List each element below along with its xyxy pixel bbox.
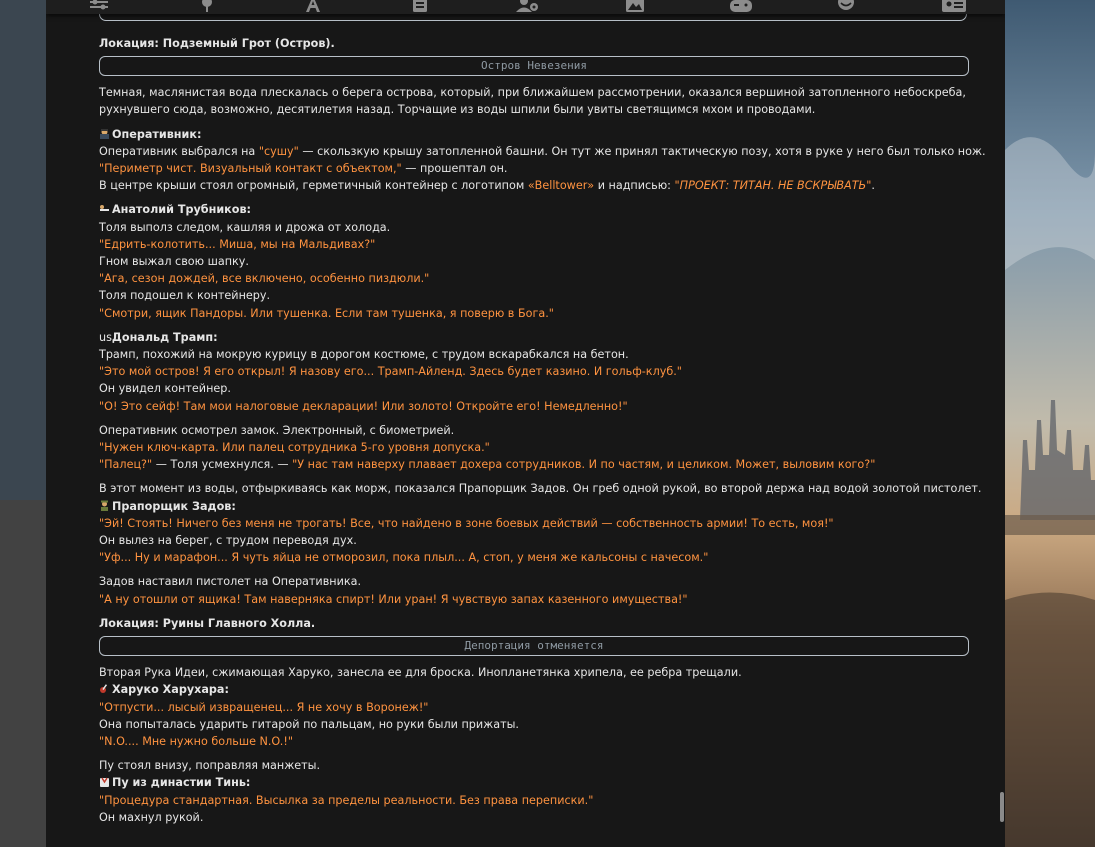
us-flag-icon: us xyxy=(99,330,112,344)
background-left xyxy=(0,0,46,847)
trump-line-1: Трамп, похожий на мокрую курицу в дорого… xyxy=(99,348,629,362)
chapter-banner-2: Депортация отменяется xyxy=(99,636,969,657)
operative-line-2: "Периметр чист. Визуальный контакт с объ… xyxy=(99,162,508,176)
haruko-intro: Вторая Рука Идеи, сжимающая Харуко, зане… xyxy=(99,666,742,680)
pu-intro: Пу стоял внизу, поправляя манжеты. xyxy=(99,759,321,773)
kimono-emoji-icon xyxy=(100,777,109,788)
soldier-emoji-icon xyxy=(101,500,108,511)
chapter-banner: Остров Невезения xyxy=(99,56,969,77)
pu-line-2: Он махнул рукой. xyxy=(99,810,204,824)
guitar-emoji-icon xyxy=(100,684,108,694)
zadov-line-5: "А ну отошли от ящика! Там наверняка спи… xyxy=(99,592,688,606)
background-landscape xyxy=(1005,0,1095,847)
haruko-line-3: "N.O.... Мне нужно больше N.O.!" xyxy=(99,734,293,748)
story-content: Локация: Подземный Грот (Остров). Остров… xyxy=(99,35,986,826)
font-icon[interactable] xyxy=(302,0,324,12)
smiley-icon[interactable] xyxy=(835,0,857,12)
tolya-line-4: "Ага, сезон дождей, все включено, особен… xyxy=(99,272,430,286)
sliders-icon[interactable] xyxy=(88,0,110,12)
image-icon[interactable] xyxy=(624,0,646,12)
speaker-trump: usДональд Трамп: xyxy=(99,330,218,344)
speaker-haruko: Харуко Харухара: xyxy=(99,681,969,698)
pin-icon[interactable] xyxy=(196,0,218,12)
speaker-operative: Оперативник: xyxy=(99,126,969,143)
trump-line-4: "О! Это сейф! Там мои налоговые декларац… xyxy=(99,399,628,413)
spy-emoji-icon xyxy=(100,128,109,139)
zadov-line-4: Задов наставил пистолет на Оперативника. xyxy=(99,575,362,589)
toolbar xyxy=(46,0,1005,14)
user-settings-icon[interactable] xyxy=(515,0,538,12)
location-heading-2: Локация: Руины Главного Холла. xyxy=(99,616,316,630)
lock-line-1: Оперативник осмотрел замок. Электронный,… xyxy=(99,423,455,437)
lock-line-3: "Палец?" — Толя усмехнулся. — "У нас там… xyxy=(99,458,876,472)
speaker-pu: Пу из династии Тинь: xyxy=(99,774,969,791)
pu-line-1: "Процедура стандартная. Высылка за преде… xyxy=(99,793,594,807)
haruko-line-2: Она попыталась ударить гитарой по пальца… xyxy=(99,717,519,731)
person-lying-emoji-icon xyxy=(100,205,109,212)
operative-line-3: В центре крыши стоял огромный, герметичн… xyxy=(99,179,875,193)
zadov-line-1: "Эй! Стоять! Ничего без меня не трогать!… xyxy=(99,516,834,530)
narration: Темная, маслянистая вода плескалась о бе… xyxy=(99,86,966,117)
tolya-line-1: Толя выполз следом, кашляя и дрожа от хо… xyxy=(99,220,391,234)
speaker-zadov: Прапорщик Задов: xyxy=(99,498,969,515)
speaker-tolya: Анатолий Трубников: xyxy=(99,201,969,218)
zadov-line-3: "Уф... Ну и марафон... Я чуть яйца не от… xyxy=(99,551,709,565)
story-panel: Локация: Подземный Грот (Остров). Остров… xyxy=(46,0,1005,847)
zadov-line-2: Он вылез на берег, с трудом переводя дух… xyxy=(99,534,357,548)
id-card-icon[interactable] xyxy=(941,0,966,12)
zadov-intro: В этот момент из воды, отфыркиваясь как … xyxy=(99,482,982,496)
location-heading: Локация: Подземный Грот (Остров). xyxy=(99,37,335,50)
tolya-line-3: Гном выжал свою шапку. xyxy=(99,255,249,269)
tolya-line-2: "Едрить-колотить... Миша, мы на Мальдива… xyxy=(99,237,376,251)
tolya-line-5: Толя подошел к контейнеру. xyxy=(99,289,271,303)
gamepad-icon[interactable] xyxy=(728,0,752,12)
tolya-line-6: "Смотри, ящик Пандоры. Или тушенка. Если… xyxy=(99,306,554,320)
trump-line-2: "Это мой остров! Я его открыл! Я назову … xyxy=(99,365,682,379)
notebook-icon[interactable] xyxy=(409,0,431,12)
haruko-line-1: "Отпусти... лысый извращенец... Я не хоч… xyxy=(99,700,429,714)
operative-line-1: Оперативник выбрался на "сушу" — скользк… xyxy=(99,144,986,158)
scrollbar-thumb[interactable] xyxy=(1000,792,1004,822)
lock-line-2: "Нужен ключ-карта. Или палец сотрудника … xyxy=(99,441,490,455)
trump-line-3: Он увидел контейнер. xyxy=(99,382,231,396)
